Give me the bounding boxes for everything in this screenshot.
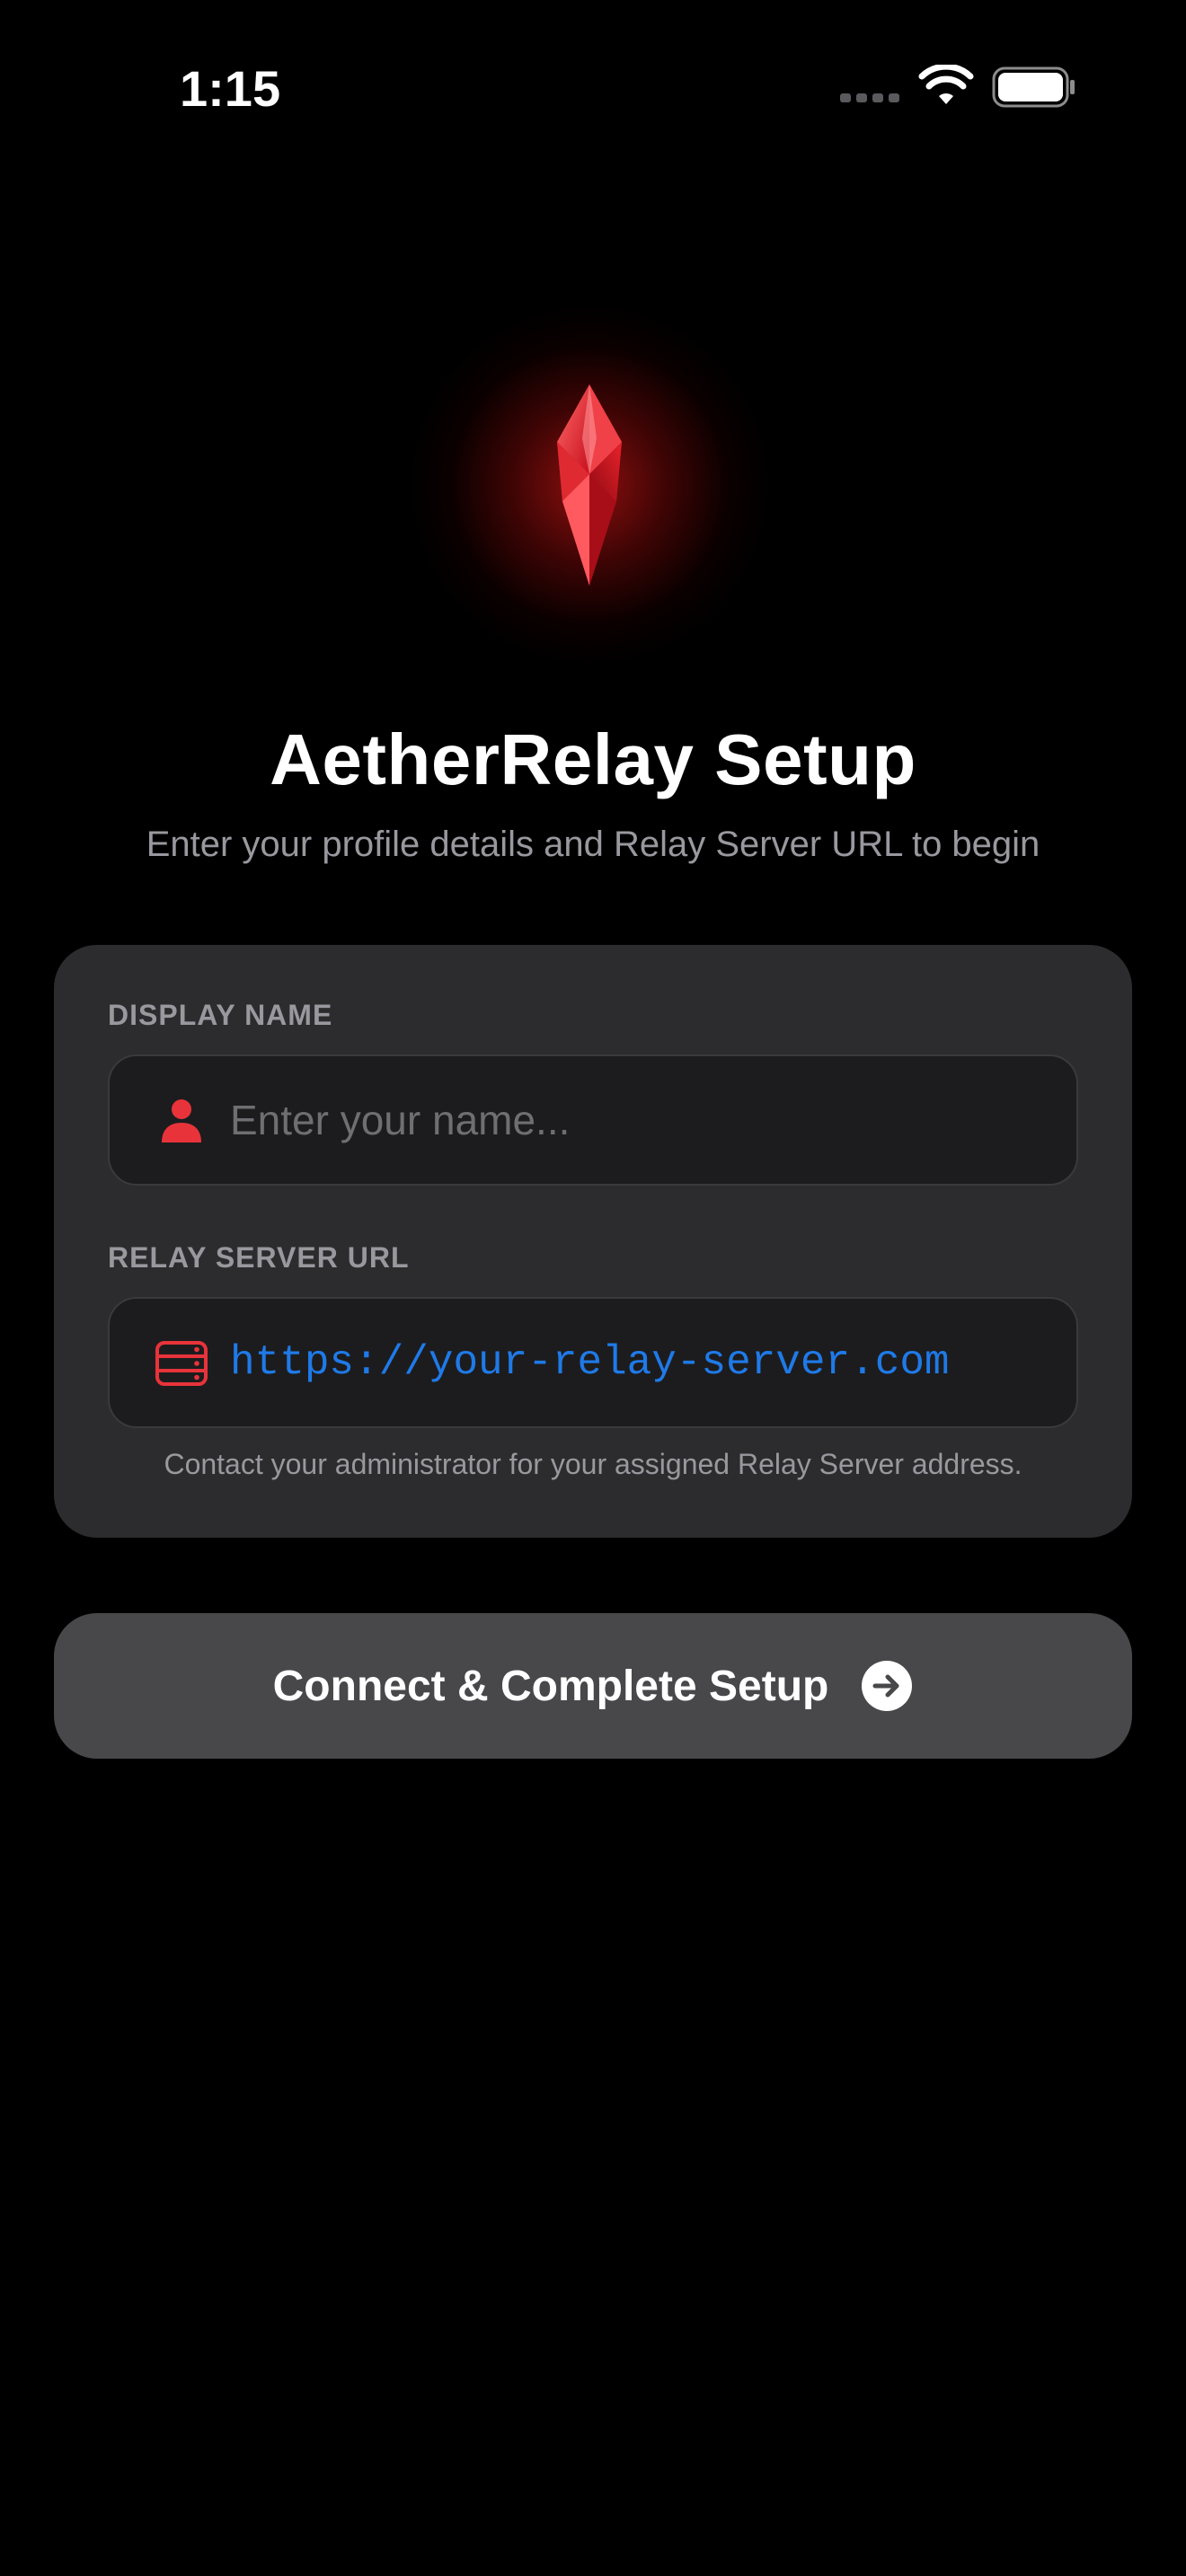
display-name-field[interactable] bbox=[108, 1054, 1078, 1186]
arrow-right-circle-icon bbox=[862, 1661, 913, 1711]
person-icon bbox=[162, 1099, 201, 1142]
display-name-label: DISPLAY NAME bbox=[108, 999, 333, 1031]
relay-server-field[interactable]: https://your-relay-server.com bbox=[108, 1297, 1078, 1428]
connect-complete-setup-button[interactable]: Connect & Complete Setup bbox=[54, 1613, 1132, 1759]
battery-icon bbox=[992, 66, 1075, 108]
status-bar: 1:15 bbox=[0, 0, 1186, 171]
relay-server-label: RELAY SERVER URL bbox=[108, 1241, 410, 1274]
signal-dots-icon bbox=[840, 93, 899, 102]
helper-text: Contact your administrator for your assi… bbox=[164, 1448, 1022, 1480]
relay-server-input[interactable]: https://your-relay-server.com bbox=[230, 1299, 950, 1426]
wifi-icon bbox=[918, 65, 974, 104]
connect-button-label: Connect & Complete Setup bbox=[272, 1662, 829, 1710]
status-time: 1:15 bbox=[180, 60, 281, 117]
page-subtitle: Enter your profile details and Relay Ser… bbox=[146, 825, 1040, 864]
server-icon bbox=[155, 1341, 208, 1386]
red-crystal-icon bbox=[557, 384, 622, 586]
display-name-input[interactable] bbox=[230, 1056, 1039, 1184]
app-logo bbox=[410, 305, 769, 665]
setup-form-card: DISPLAY NAME RELAY SERVER URL https://yo… bbox=[54, 945, 1132, 1538]
page-title: AetherRelay Setup bbox=[270, 719, 916, 799]
